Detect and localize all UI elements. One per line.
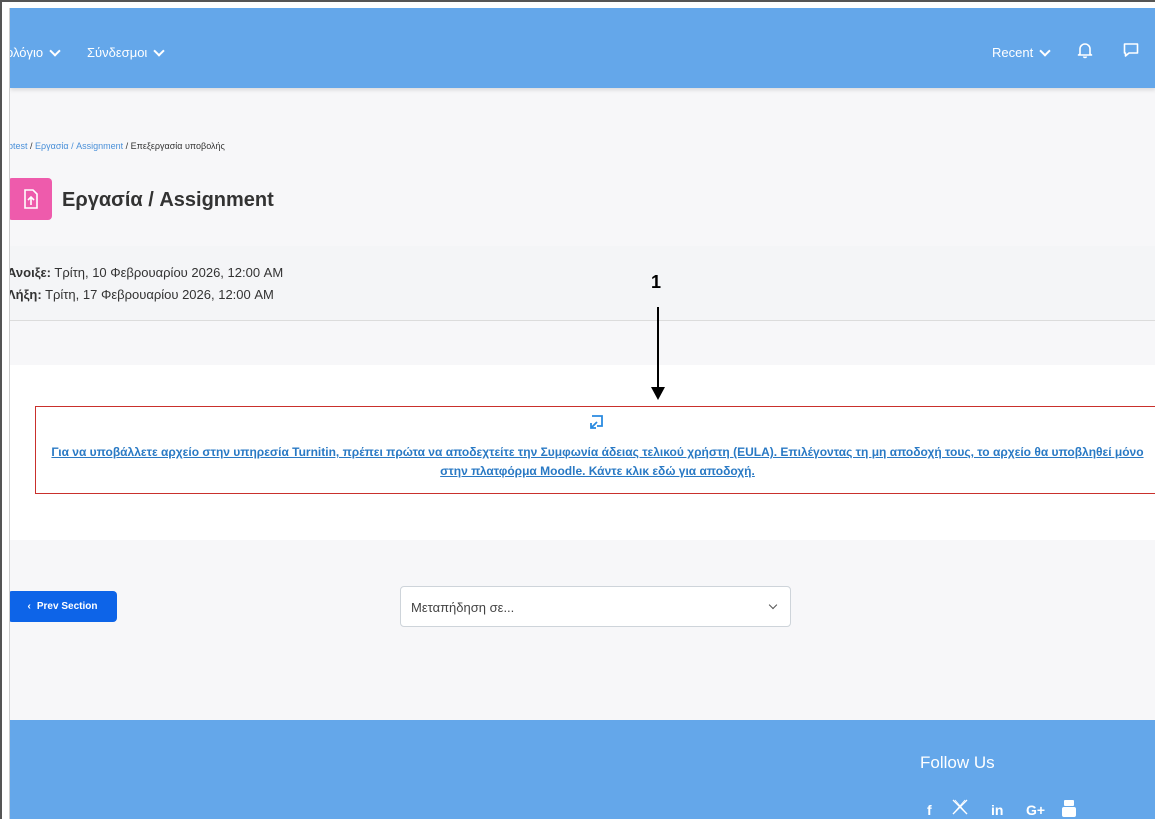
nav-item-calendar[interactable]: ολόγιο — [9, 44, 61, 60]
breadcrumb-course[interactable]: btest — [10, 141, 28, 151]
jump-to-select[interactable]: Μεταπήδηση σε... — [400, 586, 791, 627]
breadcrumb: btest / Εργασία / Assignment / Επεξεργασ… — [10, 141, 225, 151]
opened-label: Άνοιξε: — [9, 265, 51, 280]
accept-eula-link[interactable]: Για να υποβάλλετε αρχείο στην υπηρεσία T… — [46, 443, 1149, 481]
facebook-icon[interactable]: f — [927, 802, 932, 818]
follow-us-heading: Follow Us — [920, 753, 995, 772]
external-link-icon[interactable] — [587, 413, 605, 435]
due-date: Λήξη: Τρίτη, 17 Φεβρουαρίου 2026, 12:00 … — [9, 287, 274, 302]
opened-date: Άνοιξε: Τρίτη, 10 Φεβρουαρίου 2026, 12:0… — [9, 265, 284, 280]
recent-label: Recent — [992, 45, 1034, 60]
jump-to-placeholder: Μεταπήδηση σε... — [411, 600, 515, 615]
linkedin-icon[interactable]: in — [991, 802, 1003, 818]
submission-card: Για να υποβάλλετε αρχείο στην υπηρεσία T… — [10, 365, 1155, 540]
x-twitter-icon[interactable] — [951, 798, 969, 819]
footer: Follow Us f in G+ — [10, 720, 1155, 819]
nav-item-links[interactable]: Σύνδεσμοι — [87, 44, 165, 60]
chevron-down-icon — [153, 44, 165, 57]
chevron-down-icon — [49, 44, 61, 57]
top-navbar: ολόγιο Σύνδεσμοι Recent — [10, 8, 1155, 88]
chevron-down-icon — [1039, 44, 1051, 57]
page-title: Εργασία / Assignment — [62, 189, 274, 211]
turnitin-eula-box: Για να υποβάλλετε αρχείο στην υπηρεσία T… — [35, 406, 1155, 494]
annotation-number: 1 — [651, 272, 662, 292]
nav-item-label: ολόγιο — [9, 45, 44, 60]
recent-menu[interactable]: Recent — [992, 44, 1051, 60]
youtube-icon[interactable] — [1060, 798, 1078, 819]
message-icon[interactable] — [1122, 41, 1140, 59]
chevron-down-icon — [768, 600, 778, 610]
google-plus-icon[interactable]: G+ — [1026, 802, 1045, 818]
opened-value: Τρίτη, 10 Φεβρουαρίου 2026, 12:00 AM — [54, 265, 284, 280]
assignment-icon — [10, 178, 52, 220]
annotation-arrow-line — [657, 307, 659, 389]
breadcrumb-separator: / — [27, 141, 36, 151]
activity-dates: Άνοιξε: Τρίτη, 10 Φεβρουαρίου 2026, 12:0… — [10, 246, 1155, 321]
page: ολόγιο Σύνδεσμοι Recent btest / Εργασία … — [9, 8, 1155, 819]
due-value: Τρίτη, 17 Φεβρουαρίου 2026, 12:00 AM — [45, 287, 274, 302]
annotation-arrow-head — [651, 387, 665, 400]
breadcrumb-current: Επεξεργασία υποβολής — [130, 141, 225, 151]
breadcrumb-separator: / — [123, 141, 131, 151]
due-label: Λήξη: — [9, 287, 42, 302]
prev-section-label: Prev Section — [36, 601, 98, 612]
prev-section-button[interactable]: ‹ Prev Section — [10, 591, 117, 622]
bell-icon[interactable] — [1076, 41, 1094, 59]
nav-item-label: Σύνδεσμοι — [87, 45, 148, 60]
breadcrumb-assignment[interactable]: Εργασία / Assignment — [35, 141, 123, 151]
chevron-left-icon: ‹ — [27, 601, 31, 612]
